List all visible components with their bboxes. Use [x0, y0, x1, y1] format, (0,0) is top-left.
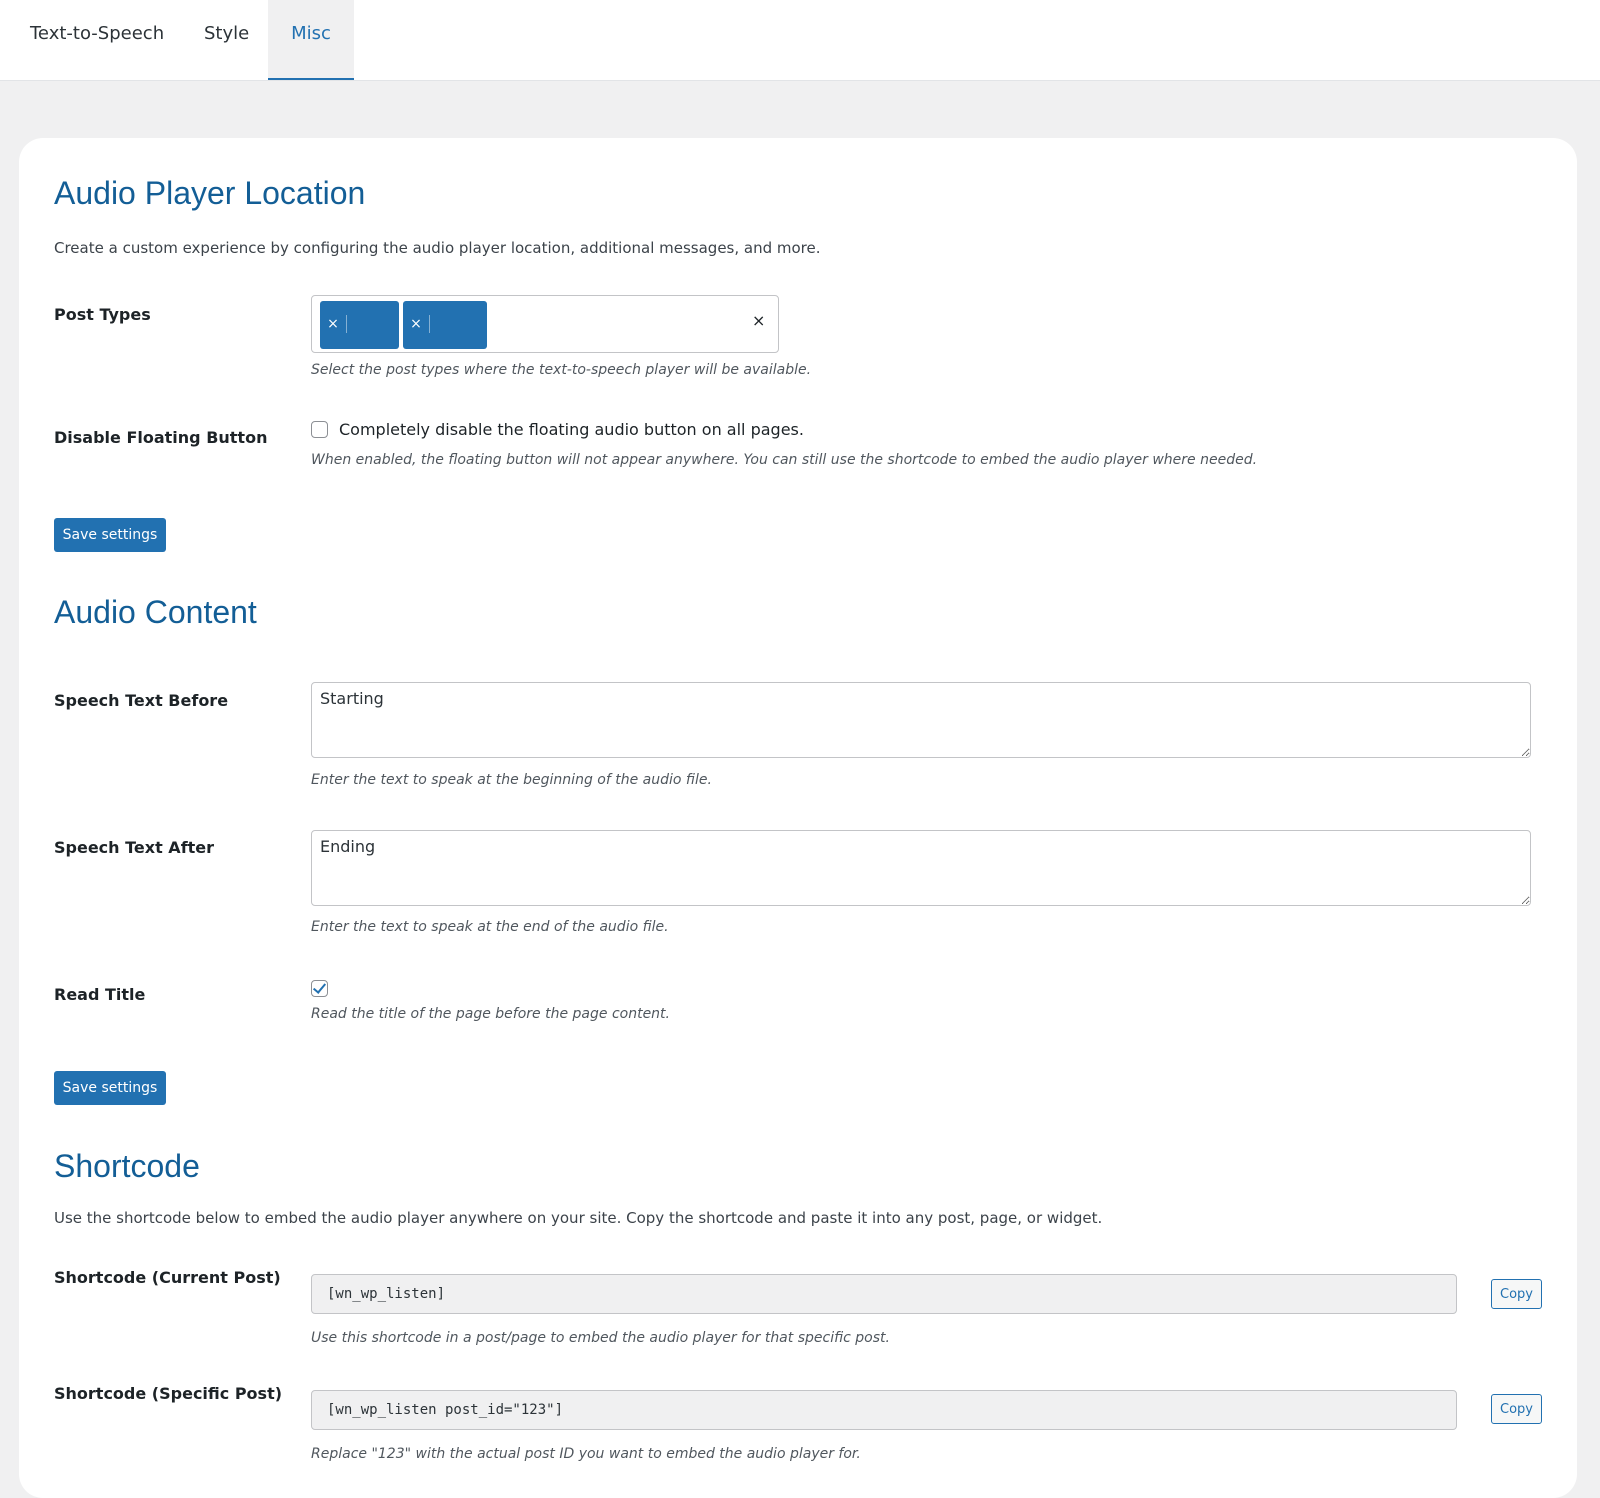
speech-text-before-textarea[interactable]: Starting [311, 682, 1531, 758]
shortcode-current-description: Use this shortcode in a post/page to emb… [311, 1330, 890, 1346]
settings-card: Audio Player Location Create a custom ex… [19, 138, 1577, 1498]
section-title-audio-player-location: Audio Player Location [54, 175, 366, 211]
section-title-audio-content: Audio Content [54, 594, 257, 630]
read-title-description: Read the title of the page before the pa… [311, 1006, 670, 1022]
chip-pages: ×Pages [403, 301, 487, 382]
disable-floating-checkbox-label[interactable]: Completely disable the floating audio bu… [339, 420, 804, 440]
post-types-label: Post Types [54, 305, 151, 324]
read-title-checkbox[interactable] [311, 980, 328, 997]
post-types-description: Select the post types where the text-to-… [311, 362, 812, 378]
clear-all-icon[interactable]: × [752, 311, 765, 331]
shortcode-current-label: Shortcode (Current Post) [54, 1268, 281, 1287]
speech-text-before-label: Speech Text Before [54, 691, 229, 710]
section-title-shortcode: Shortcode [54, 1148, 200, 1184]
shortcode-specific-input[interactable] [311, 1390, 1457, 1430]
read-title-label: Read Title [54, 985, 146, 1004]
disable-floating-button-label: Disable Floating Button [54, 428, 268, 447]
shortcode-specific-description: Replace "123" with the actual post ID yo… [311, 1446, 861, 1462]
disable-floating-description: When enabled, the floating button will n… [311, 452, 1258, 468]
tab-style[interactable]: Style [204, 0, 249, 80]
tab-misc[interactable]: Misc [268, 0, 354, 80]
disable-floating-checkbox[interactable] [311, 421, 328, 438]
chip-posts: ×Posts [320, 301, 399, 382]
speech-text-after-label: Speech Text After [54, 838, 215, 857]
save-settings-button[interactable]: Save settings [54, 518, 166, 552]
section-intro-shortcode: Use the shortcode below to embed the aud… [54, 1209, 1103, 1227]
copy-current-shortcode-button[interactable]: Copy [1491, 1279, 1542, 1309]
section-intro-location: Create a custom experience by configurin… [54, 239, 821, 257]
post-types-select[interactable]: ×Posts ×Pages × [311, 295, 779, 382]
save-settings-button-content[interactable]: Save settings [54, 1071, 166, 1105]
shortcode-specific-label: Shortcode (Specific Post) [54, 1384, 283, 1403]
shortcode-current-input[interactable] [311, 1274, 1457, 1314]
tab-bar: Text-to-Speech Style Misc [0, 0, 1600, 81]
copy-specific-shortcode-button[interactable]: Copy [1491, 1394, 1542, 1424]
speech-text-after-description: Enter the text to speak at the end of th… [311, 919, 669, 935]
speech-text-before-description: Enter the text to speak at the beginning… [311, 772, 712, 788]
speech-text-after-textarea[interactable]: Ending [311, 830, 1531, 906]
chip-remove-pages-icon[interactable]: × [403, 315, 430, 333]
tab-text-to-speech[interactable]: Text-to-Speech [30, 0, 164, 80]
chip-remove-posts-icon[interactable]: × [320, 315, 347, 333]
